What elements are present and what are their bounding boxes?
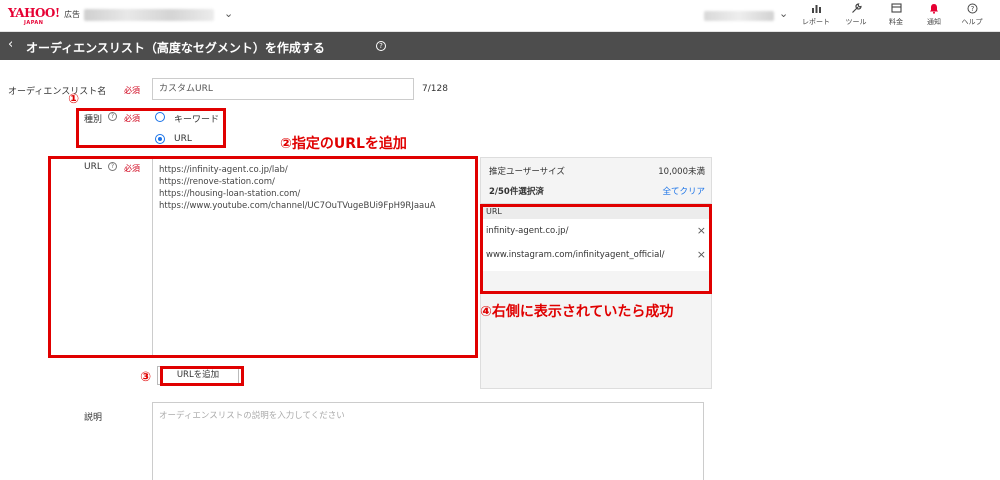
nav-tools[interactable]: ツール bbox=[836, 3, 876, 29]
chevron-down-icon[interactable]: ⌄ bbox=[224, 7, 233, 20]
back-chevron-icon[interactable]: ‹ bbox=[8, 37, 13, 52]
title-help-icon[interactable]: ? bbox=[376, 41, 386, 51]
nav-report[interactable]: レポート bbox=[796, 3, 836, 29]
name-char-count: 7/128 bbox=[422, 84, 448, 94]
svg-text:?: ? bbox=[970, 5, 974, 13]
logo-sub-text: 広告 bbox=[64, 10, 80, 19]
description-label: 説明 bbox=[84, 413, 103, 423]
nav-report-label: レポート bbox=[802, 18, 830, 26]
user-menu[interactable] bbox=[704, 11, 774, 21]
nav-notifications[interactable]: 通知 bbox=[914, 3, 954, 29]
title-bar: ‹ オーディエンスリスト（高度なセグメント）を作成する ? bbox=[0, 32, 1000, 60]
description-textarea[interactable]: オーディエンスリストの説明を入力してください bbox=[152, 402, 704, 480]
annotation-box-add bbox=[160, 366, 244, 386]
estimated-size-value: 10,000未満 bbox=[658, 167, 705, 177]
yahoo-ads-logo[interactable]: YAHOO! 広告 JAPAN bbox=[8, 6, 82, 28]
annotation-step-1: ① bbox=[68, 92, 80, 107]
nav-notifications-label: 通知 bbox=[927, 18, 941, 26]
clear-all-link[interactable]: 全てクリア bbox=[662, 185, 705, 197]
selected-count: 2/50件選択済 bbox=[489, 187, 544, 197]
logo-japan-text: JAPAN bbox=[24, 20, 44, 26]
page-title: オーディエンスリスト（高度なセグメント）を作成する bbox=[26, 41, 325, 55]
nav-billing[interactable]: 料金 bbox=[876, 3, 916, 29]
account-selector[interactable] bbox=[84, 9, 214, 21]
annotation-step-4: ④右側に表示されていたら成功 bbox=[480, 304, 674, 320]
annotation-step-2: ②指定のURLを追加 bbox=[280, 136, 407, 152]
nav-help[interactable]: ? ヘルプ bbox=[952, 3, 992, 29]
audience-name-input[interactable]: カスタムURL bbox=[152, 78, 414, 100]
logo-text: YAHOO! bbox=[8, 6, 60, 20]
nav-tools-label: ツール bbox=[845, 18, 867, 26]
nav-help-label: ヘルプ bbox=[961, 18, 983, 26]
bar-chart-icon bbox=[796, 3, 836, 17]
wrench-icon bbox=[836, 3, 876, 17]
top-bar: YAHOO! 広告 JAPAN ⌄ ⌄ レポート ツール 料金 通知 ? ヘルプ bbox=[0, 0, 1000, 32]
estimated-size-label: 推定ユーザーサイズ bbox=[489, 167, 565, 177]
annotation-box-type bbox=[76, 108, 226, 148]
description-placeholder: オーディエンスリストの説明を入力してください bbox=[159, 411, 345, 421]
billing-icon bbox=[876, 3, 916, 17]
help-icon: ? bbox=[952, 3, 992, 17]
annotation-box-url bbox=[48, 156, 478, 358]
annotation-step-3: ③ bbox=[140, 370, 152, 385]
name-label: オーディエンスリスト名 bbox=[8, 87, 107, 97]
nav-billing-label: 料金 bbox=[889, 18, 903, 26]
chevron-down-icon[interactable]: ⌄ bbox=[779, 7, 788, 20]
name-required-badge: 必須 bbox=[124, 86, 140, 95]
annotation-box-result bbox=[480, 204, 712, 294]
bell-icon bbox=[914, 3, 954, 17]
